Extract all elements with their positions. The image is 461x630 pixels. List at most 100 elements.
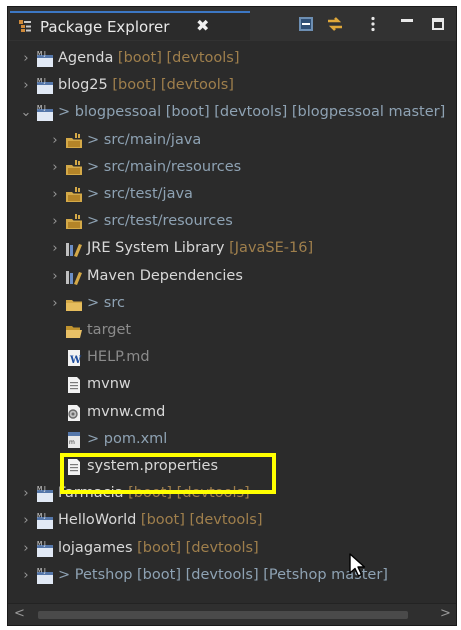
close-icon[interactable]: ✖ bbox=[196, 16, 209, 35]
link-with-editor-icon[interactable] bbox=[326, 16, 344, 32]
source-folder-icon bbox=[66, 160, 82, 175]
chevron-right-icon[interactable]: › bbox=[20, 562, 32, 589]
tree-item-label: > src/main/java bbox=[87, 127, 201, 154]
tree-item[interactable]: mvnw.cmd bbox=[8, 399, 456, 426]
chevron-right-icon[interactable]: › bbox=[49, 290, 61, 317]
chevron-right-icon[interactable]: › bbox=[20, 72, 32, 99]
library-icon bbox=[66, 271, 82, 285]
library-icon bbox=[66, 243, 82, 257]
tree-item[interactable]: › > src/main/resources bbox=[8, 154, 456, 181]
tree-item[interactable]: › Maven Dependencies bbox=[8, 263, 456, 290]
svg-text:M: M bbox=[37, 51, 42, 58]
tree-item[interactable]: mvnw bbox=[8, 371, 456, 398]
tree-item-label: target bbox=[87, 317, 131, 344]
chevron-right-icon[interactable]: › bbox=[49, 127, 61, 154]
minimize-icon[interactable] bbox=[398, 16, 416, 32]
collapse-all-icon[interactable] bbox=[297, 16, 315, 32]
tree-item[interactable]: › M Jblog25 [boot] [devtools] bbox=[8, 72, 456, 99]
chevron-right-icon[interactable]: › bbox=[49, 154, 61, 181]
chevron-right-icon[interactable]: › bbox=[20, 535, 32, 562]
tree-item-label: > src/test/resources bbox=[87, 208, 233, 235]
svg-text:J: J bbox=[43, 51, 46, 58]
svg-text:J: J bbox=[43, 105, 46, 112]
tree-item[interactable]: target bbox=[8, 317, 456, 344]
view-title: Package Explorer bbox=[40, 18, 170, 36]
svg-text:J: J bbox=[43, 541, 46, 548]
project-tree[interactable]: › M J Agenda [boot] [devtools] › M Jblog25 [bo… bbox=[8, 45, 456, 601]
maximize-icon[interactable] bbox=[429, 16, 447, 32]
maven-project-icon: MJ bbox=[37, 541, 53, 557]
chevron-down-icon[interactable]: ⌄ bbox=[20, 99, 32, 126]
git-change-marker: > bbox=[87, 213, 104, 229]
svg-text:M: M bbox=[37, 105, 42, 112]
package-explorer-view: Package Explorer ✖ › M J Agenda [boot] [dev… bbox=[7, 6, 457, 626]
chevron-right-icon[interactable]: › bbox=[49, 235, 61, 262]
tree-item-text: src/test/resources bbox=[103, 213, 233, 229]
tree-item[interactable]: › JRE System Library [JavaSE-16] bbox=[8, 235, 456, 262]
maven-project-icon: MJ bbox=[37, 51, 53, 67]
maven-project-icon: MJ bbox=[37, 513, 53, 529]
tree-item-label: HelloWorld [boot] [devtools] bbox=[58, 507, 263, 534]
chevron-right-icon[interactable]: › bbox=[20, 507, 32, 534]
git-change-marker: > bbox=[87, 431, 104, 447]
tree-item[interactable]: › M J > Petshop [boot] [devtools] [Petshop … bbox=[8, 562, 456, 589]
tree-item[interactable]: m > pom.xml bbox=[8, 426, 456, 453]
tree-item-label: Agenda [boot] [devtools] bbox=[58, 45, 240, 72]
tree-item-label: HELP.md bbox=[87, 344, 150, 371]
svg-text:J: J bbox=[43, 78, 46, 85]
highlight-box bbox=[60, 453, 276, 494]
tree-item-label: blog25 [boot] [devtools] bbox=[58, 72, 234, 99]
svg-text:M: M bbox=[37, 568, 42, 575]
package-explorer-tab[interactable]: Package Explorer ✖ bbox=[10, 11, 250, 40]
maven-project-icon: MJ bbox=[37, 486, 53, 502]
tree-item-decoration: [boot] [devtools] bbox=[113, 50, 240, 66]
svg-text:W: W bbox=[69, 355, 82, 366]
cmd-file-icon bbox=[68, 405, 80, 421]
tree-item[interactable]: › M J HelloWorld [boot] [devtools] bbox=[8, 507, 456, 534]
tree-item-text: mvnw.cmd bbox=[87, 404, 166, 420]
chevron-right-icon[interactable]: › bbox=[20, 480, 32, 507]
tree-item-text: src bbox=[103, 295, 125, 311]
scroll-left-icon[interactable]: < bbox=[14, 606, 25, 621]
folder-open-icon bbox=[66, 326, 82, 338]
svg-text:M: M bbox=[37, 78, 42, 85]
tree-item-text: blogpessoal [boot] [devtools] [blogpesso… bbox=[74, 104, 446, 120]
horizontal-scrollbar[interactable]: < > bbox=[8, 603, 456, 625]
tree-item[interactable]: W HELP.md bbox=[8, 344, 456, 371]
tree-item[interactable]: › > src bbox=[8, 290, 456, 317]
git-change-marker: > bbox=[58, 104, 75, 120]
tree-item-text: blog25 bbox=[58, 77, 108, 93]
tree-item-text: src/main/resources bbox=[103, 159, 242, 175]
view-menu-icon[interactable] bbox=[364, 16, 382, 32]
git-change-marker: > bbox=[87, 132, 104, 148]
tree-item[interactable]: › > src/test/java bbox=[8, 181, 456, 208]
tree-item-label: > src bbox=[87, 290, 125, 317]
tree-item-text: src/test/java bbox=[103, 186, 193, 202]
chevron-right-icon[interactable]: › bbox=[49, 263, 61, 290]
chevron-right-icon[interactable]: › bbox=[49, 208, 61, 235]
tree-item-label: > Petshop [boot] [devtools] [Petshop mas… bbox=[58, 562, 388, 589]
mouse-pointer-icon bbox=[349, 553, 366, 577]
tree-item-label: lojagames [boot] [devtools] bbox=[58, 535, 259, 562]
tree-item[interactable]: › > src/main/java bbox=[8, 127, 456, 154]
tree-item-text: HELP.md bbox=[87, 349, 150, 365]
tree-item-text: mvnw bbox=[87, 376, 131, 392]
scroll-thumb[interactable] bbox=[38, 611, 408, 619]
scroll-right-icon[interactable]: > bbox=[440, 606, 451, 621]
tree-item-text: lojagames bbox=[58, 540, 133, 556]
chevron-right-icon[interactable]: › bbox=[20, 45, 32, 72]
tree-item-text: target bbox=[87, 322, 132, 338]
tree-item-decoration: [boot] [devtools] bbox=[107, 77, 234, 93]
tree-item[interactable]: ⌄ M J > blogpessoal [boot] [devtools] [blog… bbox=[8, 99, 456, 126]
tree-item[interactable]: › M J Agenda [boot] [devtools] bbox=[8, 45, 456, 72]
svg-text:M: M bbox=[37, 513, 42, 520]
svg-text:J: J bbox=[43, 568, 46, 575]
tree-item[interactable]: › M J lojagames [boot] [devtools] bbox=[8, 535, 456, 562]
maven-project-icon: MJ bbox=[37, 78, 53, 94]
tree-item-label: mvnw.cmd bbox=[87, 399, 165, 426]
chevron-right-icon[interactable]: › bbox=[49, 181, 61, 208]
git-change-marker: > bbox=[87, 295, 104, 311]
tree-item-label: > blogpessoal [boot] [devtools] [blogpes… bbox=[58, 99, 445, 126]
tree-item-text: HelloWorld bbox=[58, 512, 137, 528]
tree-item[interactable]: › > src/test/resources bbox=[8, 208, 456, 235]
